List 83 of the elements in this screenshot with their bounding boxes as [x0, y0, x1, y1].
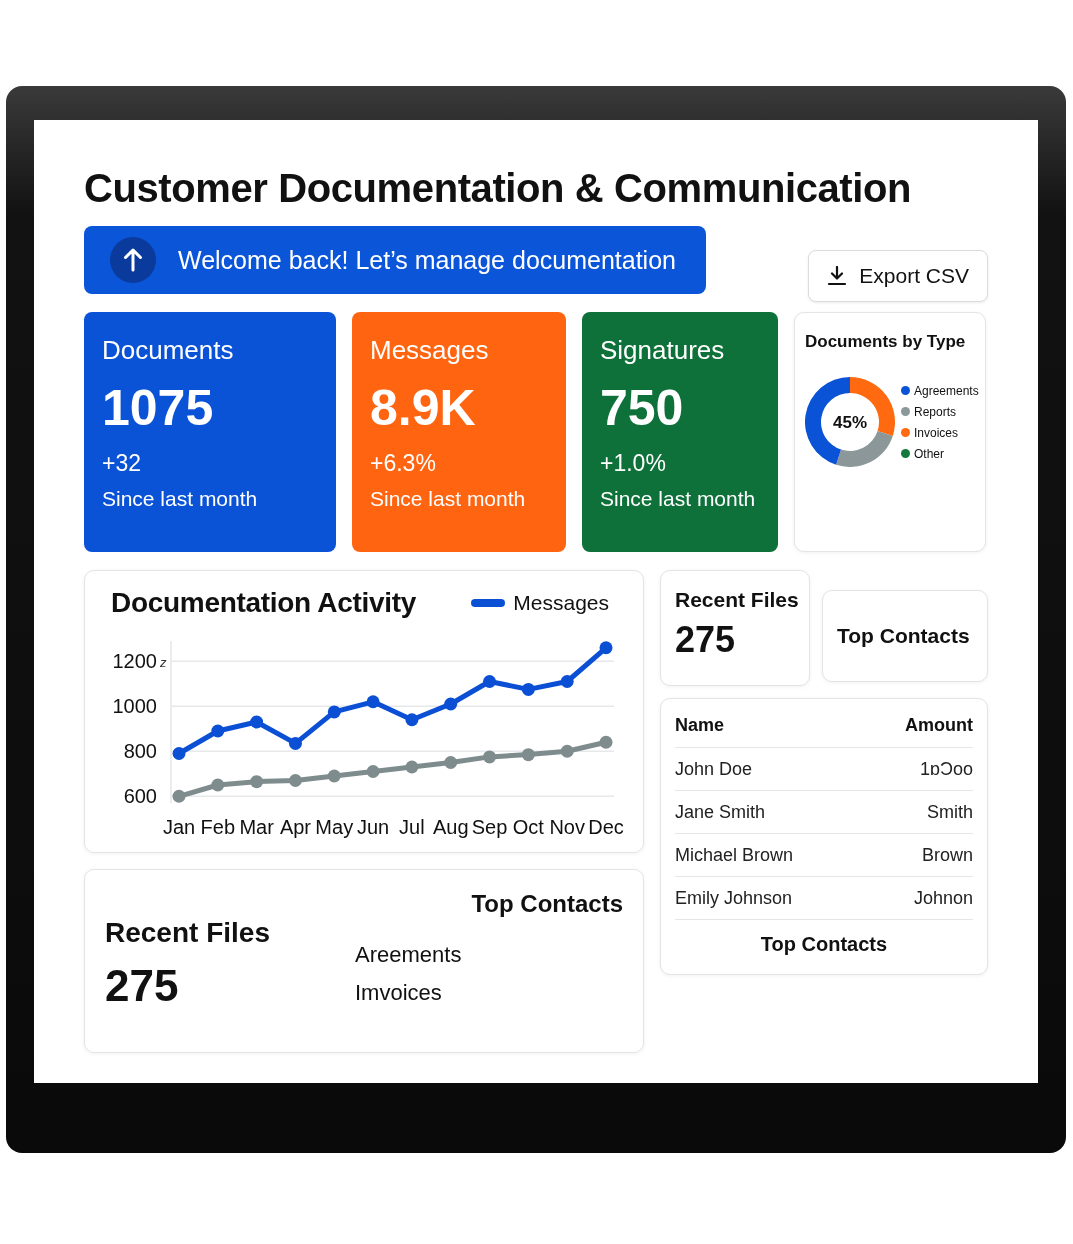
stat-period: Since last month: [102, 486, 259, 512]
axis-label: Aug: [432, 816, 469, 838]
axis-label: Jan: [162, 816, 196, 838]
stat-period: Since last month: [600, 486, 757, 512]
table-footer: Top Contacts: [760, 932, 888, 956]
legend-label: Other: [914, 446, 944, 461]
table-cell: Johnon: [913, 887, 973, 909]
data-point: [288, 736, 302, 750]
legend-label: Messages: [513, 591, 609, 615]
data-point: [366, 765, 380, 778]
axis-label: 800: [123, 740, 157, 763]
data-point: [366, 695, 380, 709]
stat-label: Documents: [102, 334, 235, 366]
document-type-label: Imvoices: [355, 980, 443, 1006]
card-title: Recent Files: [105, 916, 271, 950]
data-point: [521, 748, 535, 762]
column-header: Name: [675, 714, 725, 736]
table-cell: Smith: [927, 801, 973, 823]
axis-label: Nov: [549, 816, 585, 838]
welcome-message: Welcome back! Let’s manage documentation: [178, 245, 676, 275]
data-point: [250, 775, 264, 789]
export-csv-button[interactable]: Export CSV: [808, 250, 988, 302]
card-title: Top Contacts: [837, 623, 971, 649]
stat-label: Messages: [370, 334, 490, 366]
stat-label: Signatures: [600, 334, 726, 366]
axis-label: Feb: [200, 816, 236, 838]
data-point: [172, 789, 186, 803]
table-cell: Michael Brown: [675, 844, 794, 866]
column-header: Amount: [905, 714, 973, 736]
document-type-label: Areements: [355, 942, 462, 968]
stat-period: Since last month: [370, 486, 527, 512]
data-point: [172, 747, 186, 760]
stat-value: 750: [600, 379, 685, 438]
axis-label: Mar: [239, 816, 274, 838]
legend-label: Reports: [914, 404, 957, 419]
axis-label: 1200: [112, 650, 157, 673]
data-point: [560, 675, 574, 688]
stat-change: +6.3%: [370, 449, 437, 478]
stat-change: +1.0%: [600, 449, 667, 478]
table-cell: Emily Johnson: [675, 887, 793, 909]
card-title: Top Contacts: [471, 890, 623, 919]
axis-label: Oct: [512, 816, 544, 838]
data-point: [327, 769, 341, 783]
stat-value: 1075: [102, 379, 215, 438]
axis-label: Jul: [399, 816, 425, 838]
data-point: [211, 778, 225, 792]
data-point: [560, 744, 574, 758]
file-count: 275: [105, 960, 180, 1012]
table-cell: Brown: [921, 844, 973, 866]
legend-label: Agreements: [914, 383, 979, 398]
card-title: Documents by Type: [805, 331, 967, 353]
data-point: [250, 715, 264, 729]
data-point: [444, 756, 458, 769]
table-cell: 1ɒƆoo: [919, 758, 973, 780]
axis-label: Jun: [356, 816, 390, 838]
donut-center-label: 45%: [833, 413, 867, 432]
data-point: [327, 705, 341, 719]
download-icon: [827, 266, 848, 286]
data-point: [288, 774, 302, 787]
stat-value: 8.9K: [370, 379, 477, 438]
data-point: [405, 713, 419, 727]
axis-label: Sep: [471, 816, 508, 838]
page-title: Customer Documentation & Communication: [84, 165, 913, 212]
data-point: [483, 675, 497, 688]
axis-label: 1000: [112, 695, 157, 718]
data-point: [211, 724, 225, 738]
axis-label: Apr: [279, 816, 311, 838]
chart-annotation: z: [160, 655, 167, 671]
legend-label: Invoices: [914, 425, 959, 440]
data-point: [483, 750, 497, 764]
data-point: [444, 697, 458, 711]
file-count: 275: [675, 618, 737, 662]
table-cell: John Doe: [675, 758, 753, 780]
axis-label: 600: [123, 785, 157, 808]
data-point: [521, 682, 535, 696]
data-point: [599, 735, 613, 749]
axis-label: May: [315, 816, 354, 838]
stat-change: +32: [102, 449, 142, 478]
data-point: [599, 641, 613, 655]
chart-title: Documentation Activity: [111, 587, 417, 619]
axis-label: Dec: [588, 816, 624, 838]
data-point: [405, 760, 419, 774]
table-cell: Jane Smith: [675, 801, 766, 823]
